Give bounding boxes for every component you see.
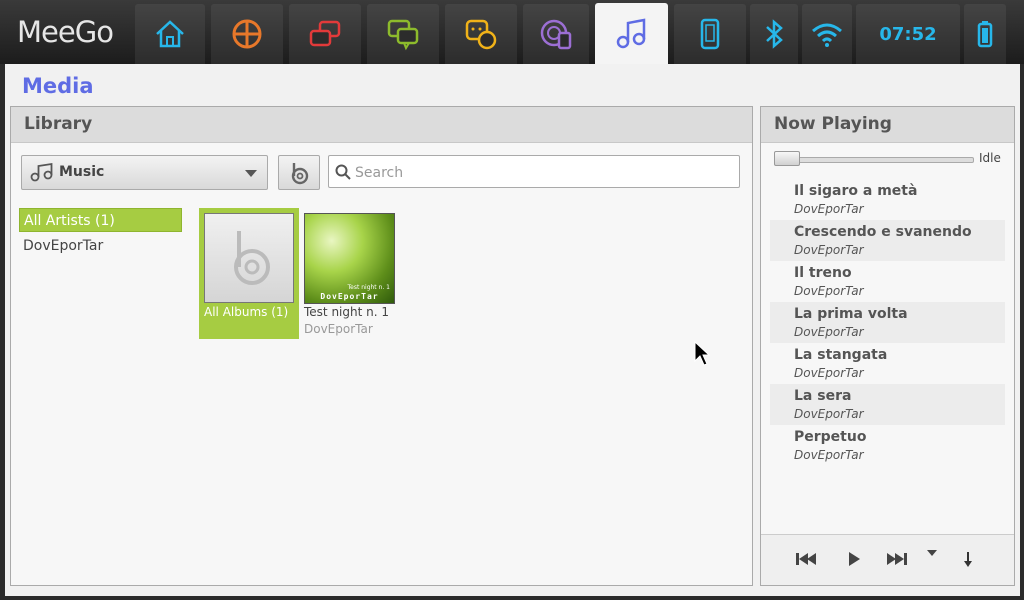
bluetooth-icon (766, 19, 783, 49)
track-item[interactable]: Perpetuo DovEporTar (770, 425, 1005, 466)
tasks-windows-icon (309, 20, 341, 47)
track-item[interactable]: Il sigaro a metà DovEporTar (770, 179, 1005, 220)
track-item[interactable]: Crescendo e svanendo DovEporTar (770, 220, 1005, 261)
track-title: La stangata (794, 347, 888, 363)
page-title: Media (22, 74, 94, 98)
wifi-icon (812, 23, 842, 47)
music-note-icon (30, 162, 53, 182)
tab-bluetooth[interactable] (750, 4, 798, 64)
track-artist: DovEporTar (794, 407, 864, 421)
media-window: Media Library Music All Artists (1) DovE… (5, 64, 1020, 596)
clock-button[interactable]: 07:52 (856, 4, 960, 64)
track-title: Il treno (794, 265, 852, 281)
playback-controls (761, 534, 1014, 585)
playback-status: Idle (979, 151, 1001, 165)
chat-icon (387, 19, 419, 51)
tab-web-photos[interactable] (523, 4, 589, 64)
track-title: Perpetuo (794, 429, 867, 445)
chevron-down-icon[interactable] (926, 548, 938, 558)
track-artist: DovEporTar (794, 243, 864, 257)
track-item[interactable]: La stangata DovEporTar (770, 343, 1005, 384)
track-title: Crescendo e svanendo (794, 224, 972, 240)
music-icon (616, 17, 645, 48)
clock: 07:52 (879, 23, 937, 45)
search-icon (335, 164, 351, 180)
track-artist: DovEporTar (794, 325, 864, 339)
apps-grid-icon (232, 19, 262, 49)
chevron-down-icon (245, 170, 257, 177)
track-artist: DovEporTar (794, 366, 864, 380)
track-item[interactable]: La sera DovEporTar (770, 384, 1005, 425)
library-panel: Library Music All Artists (1) DovEporTar… (10, 106, 753, 586)
album-title: All Albums (1) (204, 305, 289, 319)
home-icon (156, 20, 184, 48)
track-title: Il sigaro a metà (794, 183, 918, 199)
tab-wifi[interactable] (802, 4, 852, 64)
banshee-logo-icon (291, 162, 309, 184)
tab-music[interactable] (595, 3, 668, 64)
volume-arrow-icon[interactable] (963, 550, 973, 568)
tab-chat[interactable] (367, 4, 439, 64)
seek-slider[interactable] (777, 157, 974, 163)
search-input[interactable] (353, 161, 727, 185)
mouse-cursor-icon (694, 341, 710, 366)
meego-logo: MeeGo (17, 15, 114, 49)
album-all-albums[interactable]: All Albums (1) (199, 208, 299, 339)
tab-device[interactable] (674, 4, 746, 64)
tab-battery[interactable] (964, 4, 1006, 64)
next-track-icon[interactable] (886, 550, 908, 568)
cover-text: Test night n. 1 (347, 284, 391, 291)
artist-item-doveportar[interactable]: DovEporTar (19, 234, 182, 258)
now-playing-header: Now Playing (761, 107, 1014, 143)
previous-track-icon[interactable] (795, 550, 817, 568)
people-icon (465, 19, 497, 50)
track-title: La prima volta (794, 306, 908, 322)
source-dropdown-label: Music (59, 164, 105, 180)
banshee-button[interactable] (278, 155, 320, 190)
track-artist: DovEporTar (794, 284, 864, 298)
banshee-logo-icon (234, 231, 270, 285)
tab-tasks[interactable] (289, 4, 361, 64)
cover-band: DovEporTar (320, 292, 379, 301)
battery-icon (977, 21, 993, 48)
search-field[interactable] (328, 155, 740, 188)
album-cover-test-night[interactable]: Test night n. 1 DovEporTar (304, 213, 395, 304)
library-header: Library (11, 107, 752, 143)
tab-people[interactable] (445, 4, 517, 64)
source-dropdown[interactable]: Music (21, 155, 268, 190)
all-albums-cover (204, 213, 294, 303)
track-artist: DovEporTar (794, 202, 864, 216)
web-photos-icon (540, 19, 572, 50)
seek-slider-handle[interactable] (774, 151, 800, 166)
play-icon[interactable] (845, 550, 863, 568)
tab-home[interactable] (135, 4, 205, 64)
album-title: Test night n. 1 (304, 305, 389, 319)
track-item[interactable]: Il treno DovEporTar (770, 261, 1005, 302)
track-artist: DovEporTar (794, 448, 864, 462)
track-title: La sera (794, 388, 852, 404)
tab-applications[interactable] (211, 4, 283, 64)
album-artist: DovEporTar (304, 322, 373, 336)
now-playing-panel: Now Playing Idle Il sigaro a metà DovEpo… (760, 106, 1015, 586)
track-item[interactable]: La prima volta DovEporTar (770, 302, 1005, 343)
artist-item-all[interactable]: All Artists (1) (19, 208, 182, 232)
device-icon (700, 18, 720, 50)
system-toolbar: MeeGo 07:52 (0, 0, 1024, 64)
